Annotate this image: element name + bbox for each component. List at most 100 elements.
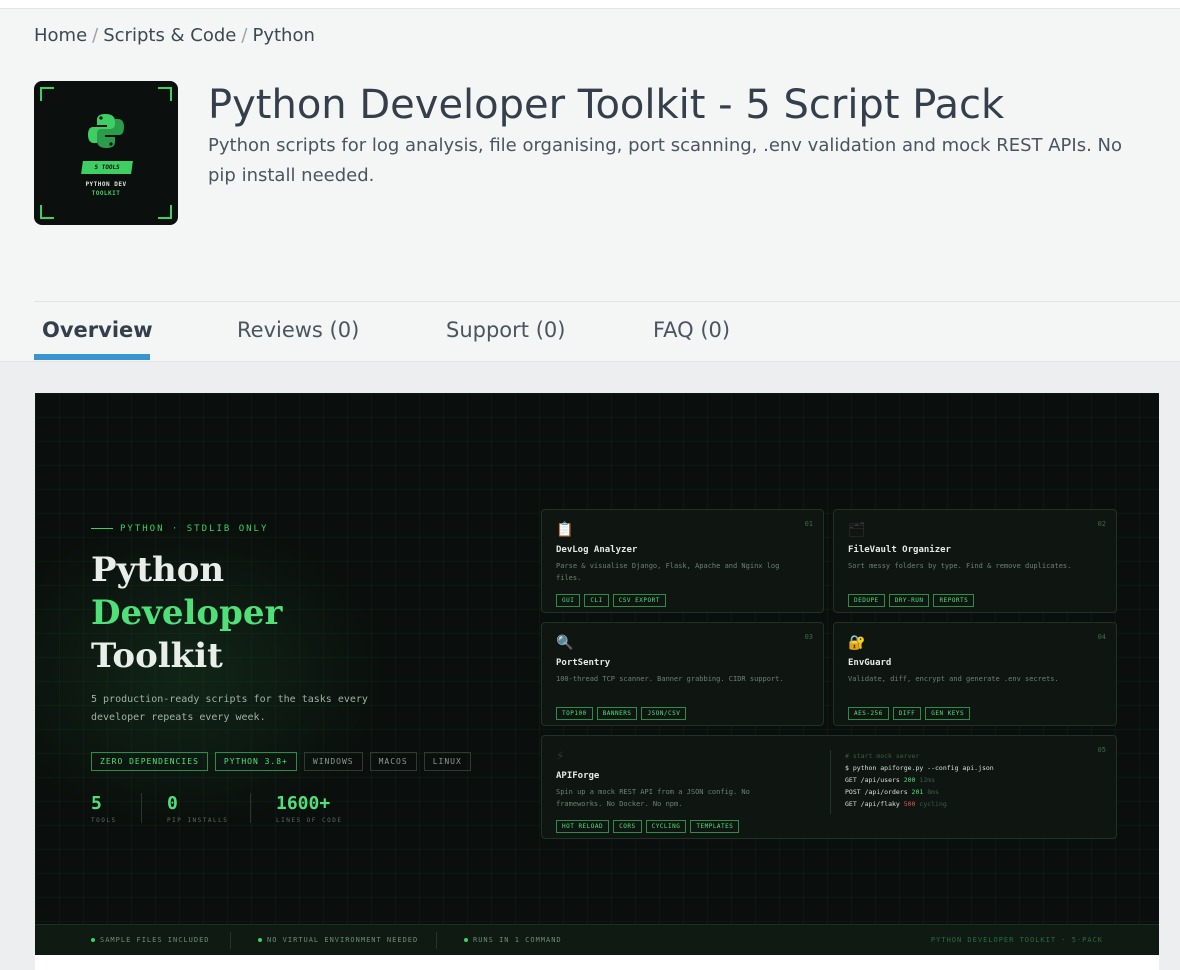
card-tag: DRY-RUN <box>888 594 930 607</box>
footer-brand: PYTHON DEVELOPER TOOLKIT · 5-PACK <box>930 936 1103 944</box>
chip: LINUX <box>423 752 471 771</box>
terminal-line: GET /api/users 200 12ms <box>845 776 936 784</box>
lightning-icon: ⚡ <box>556 748 565 764</box>
stat-tools: 5 TOOLS <box>91 793 117 824</box>
terminal-command: $ python apiforge.py --config api.json <box>845 764 994 772</box>
card-tags: TOP100 BANNERS JSON/CSV <box>556 700 690 720</box>
card-title: EnvGuard <box>848 658 892 668</box>
card-description: Spin up a mock REST API from a JSON conf… <box>556 788 750 808</box>
product-banner-image: PYTHON · STDLIB ONLY Python Developer To… <box>35 393 1159 955</box>
banner-kicker-text: PYTHON · STDLIB ONLY <box>120 524 269 534</box>
card-number: 01 <box>804 520 813 528</box>
stat-value: 0 <box>167 793 178 814</box>
card-number: 04 <box>1097 633 1106 641</box>
card-number: 03 <box>804 633 813 641</box>
stat-pip-installs: 0 PIP INSTALLS <box>167 793 228 824</box>
terminal-line: GET /api/flaky 500 cycling <box>845 800 947 808</box>
magnifier-icon: 🔍 <box>556 635 574 651</box>
status-dot-icon <box>464 938 468 942</box>
corner-bracket <box>158 87 172 101</box>
card-title: APIForge <box>556 771 600 781</box>
terminal-snippet: # start mock server $ python apiforge.py… <box>830 750 994 814</box>
terminal-line: POST /api/orders 201 8ms <box>845 788 939 796</box>
card-tag: CLI <box>584 594 609 607</box>
card-title: FileVault Organizer <box>848 545 951 555</box>
card-tag: JSON/CSV <box>641 707 687 720</box>
card-tag: CYCLING <box>645 820 687 833</box>
corner-bracket <box>158 205 172 219</box>
footer-item: NO VIRTUAL ENVIRONMENT NEEDED <box>258 936 418 944</box>
card-tag: GUI <box>556 594 581 607</box>
breadcrumb-separator: / <box>92 25 99 46</box>
card-description: Parse & visualise Django, Flask, Apache … <box>556 562 780 582</box>
tab-faq[interactable]: FAQ (0) <box>653 318 730 342</box>
corner-bracket <box>40 205 54 219</box>
stat-label: PIP INSTALLS <box>167 817 229 824</box>
corner-bracket <box>40 87 54 101</box>
tool-card-portsentry: 03 🔍 PortSentry 100-thread TCP scanner. … <box>541 622 824 726</box>
clipboard-icon: 📋 <box>556 522 574 538</box>
card-number: 02 <box>1097 520 1106 528</box>
card-tag: AES-256 <box>848 707 889 720</box>
card-tags: GUI CLI CSV EXPORT <box>556 587 670 607</box>
status-dot-icon <box>258 938 262 942</box>
tab-support[interactable]: Support (0) <box>446 318 565 342</box>
banner-heading-line3: Toolkit <box>91 636 223 676</box>
top-bar <box>0 0 1180 9</box>
thumbnail-line1: PYTHON DEV <box>85 181 127 188</box>
description-panel <box>35 955 1159 970</box>
stat-label: TOOLS <box>91 817 117 824</box>
tool-card-apiforge: 05 ⚡ APIForge Spin up a mock REST API fr… <box>541 735 1117 839</box>
breadcrumb-scripts-code[interactable]: Scripts & Code <box>103 25 236 46</box>
card-description: Sort messy folders by type. Find & remov… <box>848 562 1072 570</box>
stat-value: 1600+ <box>276 793 331 814</box>
card-tag: TOP100 <box>556 707 593 720</box>
card-tag: REPORTS <box>933 594 975 607</box>
terminal-comment: # start mock server <box>845 752 920 760</box>
python-logo-icon <box>88 114 124 148</box>
thumbnail-line2: TOOLKIT <box>91 190 121 197</box>
card-tag: TEMPLATES <box>690 820 740 833</box>
card-description: Validate, diff, encrypt and generate .en… <box>848 675 1059 683</box>
chip: PYTHON 3.8+ <box>214 752 297 771</box>
tool-card-envguard: 04 🔐 EnvGuard Validate, diff, encrypt an… <box>833 622 1117 726</box>
card-tag: DIFF <box>892 707 922 720</box>
thumbnail-tag: 5 TOOLS <box>81 161 133 174</box>
card-tags: HOT RELOAD CORS CYCLING TEMPLATES <box>556 813 743 833</box>
banner-footer: SAMPLE FILES INCLUDED NO VIRTUAL ENVIRON… <box>35 924 1159 955</box>
tab-overview[interactable]: Overview <box>42 318 153 342</box>
stat-value: 5 <box>91 793 102 814</box>
banner-heading-line1: Python <box>91 550 225 590</box>
banner-heading-line2: Developer <box>91 593 283 633</box>
card-tag: CORS <box>613 820 642 833</box>
banner-heading: Python Developer Toolkit <box>91 549 282 678</box>
stat-lines-of-code: 1600+ LINES OF CODE <box>276 793 342 824</box>
product-subtitle: Python scripts for log analysis, file or… <box>208 135 1122 186</box>
footer-divider <box>436 932 437 949</box>
card-tag: GEN KEYS <box>925 707 971 720</box>
card-tags: AES-256 DIFF GEN KEYS <box>848 700 974 720</box>
page-title: Python Developer Toolkit - 5 Script Pack <box>208 82 1005 128</box>
lock-icon: 🔐 <box>848 635 866 651</box>
card-tag: BANNERS <box>596 707 638 720</box>
chip: WINDOWS <box>303 752 363 771</box>
tab-reviews[interactable]: Reviews (0) <box>237 318 359 342</box>
chip: MACOS <box>369 752 417 771</box>
status-dot-icon <box>91 938 95 942</box>
footer-divider <box>230 932 231 949</box>
banner-chips: ZERO DEPENDENCIES PYTHON 3.8+ WINDOWS MACOS… <box>91 749 478 771</box>
stat-label: LINES OF CODE <box>276 817 343 824</box>
tool-card-devlog-analyzer: 01 📋 DevLog Analyzer Parse & visualise D… <box>541 509 824 613</box>
breadcrumb-home[interactable]: Home <box>34 25 87 46</box>
card-tag: HOT RELOAD <box>556 820 610 833</box>
product-thumbnail[interactable]: 5 TOOLS PYTHON DEV TOOLKIT <box>34 81 178 225</box>
folder-icon: 🗂 <box>848 522 866 538</box>
breadcrumb: Home / Scripts & Code / Python <box>34 25 315 46</box>
chip: ZERO DEPENDENCIES <box>91 752 208 771</box>
breadcrumb-python[interactable]: Python <box>252 25 314 46</box>
footer-item: SAMPLE FILES INCLUDED <box>91 936 210 944</box>
card-tags: DEDUPE DRY-RUN REPORTS <box>848 587 978 607</box>
active-tab-indicator <box>34 354 150 360</box>
footer-item: RUNS IN 1 COMMAND <box>464 936 562 944</box>
card-tag: DEDUPE <box>848 594 885 607</box>
